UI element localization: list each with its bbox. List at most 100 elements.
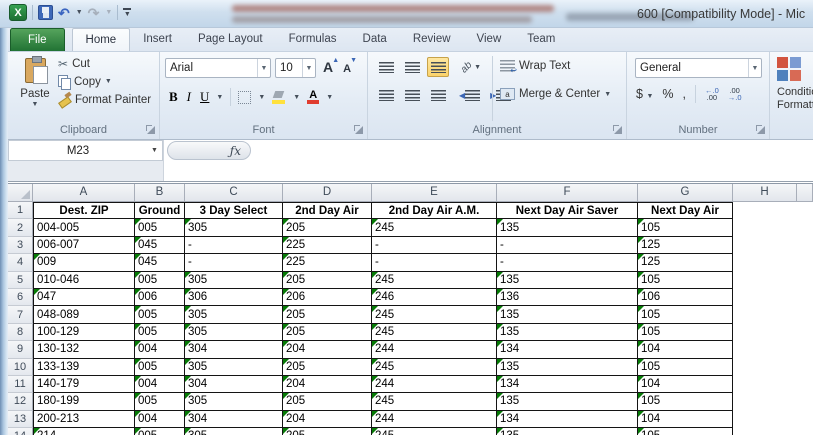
cell-F14[interactable]: 135 [497,428,638,435]
cell-D10[interactable]: 205 [283,359,372,376]
save-icon[interactable] [38,5,53,20]
cell-C6[interactable]: 306 [185,289,283,306]
paste-button[interactable]: Paste ▼ [13,56,57,132]
cell-B7[interactable]: 005 [135,306,185,323]
redo-icon[interactable]: ↷ [88,6,100,20]
row-header-9[interactable]: 9 [8,341,33,358]
format-painter-button[interactable]: Format Painter [58,93,151,106]
cell-D3[interactable]: 225 [283,237,372,254]
column-header-partial[interactable] [797,184,813,202]
font-color-dropdown-icon[interactable]: ▼ [326,94,333,101]
copy-dropdown-icon[interactable]: ▼ [105,78,112,85]
cell-D7[interactable]: 205 [283,306,372,323]
merge-center-button[interactable]: a Merge & Center ▼ [500,88,611,100]
name-box[interactable]: M23 ▼ [8,140,163,161]
cell-G9[interactable]: 104 [638,341,733,358]
cell-E9[interactable]: 244 [372,341,497,358]
cell-G13[interactable]: 104 [638,411,733,428]
row-header-14[interactable]: 14 [8,428,33,435]
column-header-G[interactable]: G [638,184,733,202]
bottom-align-button[interactable] [427,57,449,77]
cell-B8[interactable]: 005 [135,324,185,341]
cell-G11[interactable]: 104 [638,376,733,393]
row-header-2[interactable]: 2 [8,219,33,236]
cell-C9[interactable]: 304 [185,341,283,358]
row-header-5[interactable]: 5 [8,272,33,289]
cell-E8[interactable]: 245 [372,324,497,341]
cell-A3[interactable]: 006-007 [33,237,135,254]
cell-A14[interactable]: 214 [33,428,135,435]
row-header-11[interactable]: 11 [8,376,33,393]
underline-button[interactable]: U [200,89,209,105]
row-header-7[interactable]: 7 [8,306,33,323]
cell-F12[interactable]: 135 [497,393,638,410]
cell-F10[interactable]: 135 [497,359,638,376]
cell-C8[interactable]: 305 [185,324,283,341]
number-dialog-launcher-icon[interactable] [756,125,765,134]
cell-G14[interactable]: 105 [638,428,733,435]
cell-A8[interactable]: 100-129 [33,324,135,341]
cell-C2[interactable]: 305 [185,219,283,236]
cell-F6[interactable]: 136 [497,289,638,306]
tab-insert[interactable]: Insert [130,28,185,51]
cell-D5[interactable]: 205 [283,272,372,289]
font-dialog-launcher-icon[interactable] [354,125,363,134]
tab-file[interactable]: File [10,28,65,51]
bold-button[interactable]: B [169,89,178,105]
cell-B9[interactable]: 004 [135,341,185,358]
font-size-combobox[interactable]: 10 ▼ [275,58,316,78]
font-size-dropdown-icon[interactable]: ▼ [302,59,315,77]
undo-icon[interactable]: ↶ [58,6,70,20]
tab-formulas[interactable]: Formulas [276,28,350,51]
row-header-8[interactable]: 8 [8,324,33,341]
align-left-button[interactable] [375,85,397,105]
row-header-10[interactable]: 10 [8,359,33,376]
cell-G5[interactable]: 105 [638,272,733,289]
cell-D9[interactable]: 204 [283,341,372,358]
cell-G10[interactable]: 105 [638,359,733,376]
italic-button[interactable]: I [185,89,193,105]
paste-dropdown-icon[interactable]: ▼ [32,101,39,108]
cell-C3[interactable]: - [185,237,283,254]
cell-G6[interactable]: 106 [638,289,733,306]
merge-center-dropdown-icon[interactable]: ▼ [604,91,611,98]
row-header-4[interactable]: 4 [8,254,33,271]
fill-color-dropdown-icon[interactable]: ▼ [293,94,300,101]
column-header-C[interactable]: C [185,184,283,202]
cell-C4[interactable]: - [185,254,283,271]
cell-E1[interactable]: 2nd Day Air A.M. [372,202,497,219]
cell-A11[interactable]: 140-179 [33,376,135,393]
cell-G3[interactable]: 125 [638,237,733,254]
excel-logo-icon[interactable]: X [9,4,27,21]
tab-view[interactable]: View [464,28,515,51]
grow-font-button[interactable]: A▲ [320,59,336,77]
column-header-D[interactable]: D [283,184,372,202]
cell-A5[interactable]: 010-046 [33,272,135,289]
align-center-button[interactable] [401,85,423,105]
row-header-12[interactable]: 12 [8,393,33,410]
cell-B14[interactable]: 005 [135,428,185,435]
cell-D4[interactable]: 225 [283,254,372,271]
row-header-3[interactable]: 3 [8,237,33,254]
cell-A13[interactable]: 200-213 [33,411,135,428]
number-format-dropdown-icon[interactable]: ▼ [748,59,761,77]
align-right-button[interactable] [427,85,449,105]
cell-C7[interactable]: 305 [185,306,283,323]
formula-input[interactable] [163,140,813,181]
middle-align-button[interactable] [401,57,423,77]
cell-A7[interactable]: 048-089 [33,306,135,323]
tab-data[interactable]: Data [350,28,400,51]
cell-B3[interactable]: 045 [135,237,185,254]
cell-E11[interactable]: 244 [372,376,497,393]
top-align-button[interactable] [375,57,397,77]
decrease-decimal-button[interactable]: .00→.0 [728,87,742,102]
cell-D11[interactable]: 204 [283,376,372,393]
cell-D14[interactable]: 205 [283,428,372,435]
cell-B6[interactable]: 006 [135,289,185,306]
column-header-F[interactable]: F [497,184,638,202]
conditional-formatting-button[interactable]: Conditional Formatting [770,52,813,139]
borders-dropdown-icon[interactable]: ▼ [258,94,265,101]
cell-B10[interactable]: 005 [135,359,185,376]
cell-F11[interactable]: 134 [497,376,638,393]
borders-icon[interactable] [238,91,251,104]
